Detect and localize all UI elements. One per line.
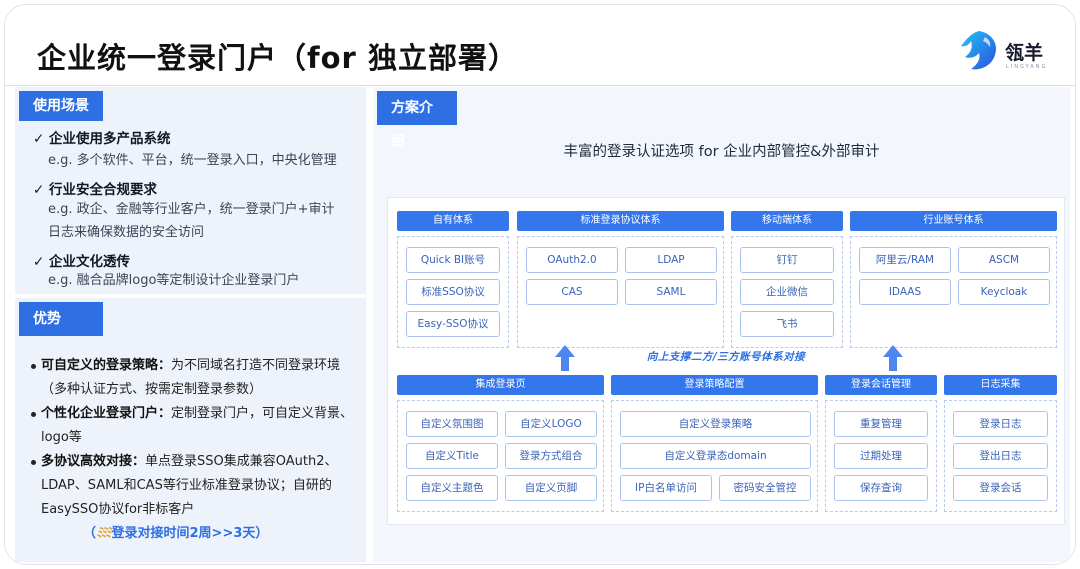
option-chip: Quick BI账号	[406, 247, 500, 273]
usage-item-title: 企业使用多产品系统	[49, 131, 171, 147]
group-industry-accounts: 阿里云/RAM ASCM IDAAS Keycloak	[850, 236, 1057, 348]
usage-example: 日志来确保数据的安全访问	[48, 225, 205, 240]
group-header: 集成登录页	[397, 375, 604, 395]
option-chip: 保存查询	[834, 475, 928, 501]
group-standard-protocols: OAuth2.0 LDAP CAS SAML	[517, 236, 724, 348]
check-icon: ✓	[33, 182, 45, 198]
architecture-diagram: 自有体系 标准登录协议体系 移动端体系 行业账号体系 Quick BI账号 标准…	[387, 197, 1065, 525]
check-icon: ✓	[33, 131, 45, 147]
option-chip: 自定义主题色	[406, 475, 498, 501]
lingyang-logo-icon	[961, 31, 997, 70]
option-chip: 自定义登录态domain	[620, 443, 811, 469]
option-chip: 登录方式组合	[505, 443, 597, 469]
option-chip: 自定义Title	[406, 443, 498, 469]
option-chip: 密码安全管控	[719, 475, 811, 501]
group-mobile: 钉钉 企业微信 飞书	[731, 236, 843, 348]
option-chip: 过期处理	[834, 443, 928, 469]
bullet-icon	[31, 412, 36, 417]
advantages-tag: 优势	[19, 302, 103, 336]
option-chip: 阿里云/RAM	[859, 247, 951, 273]
group-session-management: 重复管理 过期处理 保存查询	[825, 400, 937, 512]
option-chip: IP白名单访问	[620, 475, 712, 501]
option-chip: 标准SSO协议	[406, 279, 500, 305]
usage-item: ✓ 行业安全合规要求	[33, 178, 157, 198]
group-header: 日志采集	[944, 375, 1057, 395]
advantages-panel: 优势 可自定义的登录策略：为不同域名打造不同登录环境（多种认证方式、按需定制登录…	[15, 298, 366, 562]
footer-open-paren: （	[83, 526, 97, 541]
usage-example: e.g. 政企、金融等行业客户，统一登录门户+审计	[48, 202, 335, 217]
solution-tag: 方案介绍	[377, 91, 457, 150]
advantages-footer: （ﾐﾐﾐ 登录对接时间2周>>3天）	[83, 522, 268, 541]
usage-item: ✓ 企业使用多产品系统	[33, 127, 171, 147]
group-login-policy: 自定义登录策略 自定义登录态domain IP白名单访问 密码安全管控	[611, 400, 818, 512]
usage-panel: 使用场景 ✓ 企业使用多产品系统 e.g. 多个软件、平台，统一登录入口，中央化管…	[15, 87, 366, 294]
advantage-title: 个性化企业登录门户：	[41, 406, 172, 421]
slide: 企业统一登录门户（for 独立部署） 瓴羊 LINGYANG 使用场景 ✓ 企业使…	[4, 4, 1076, 565]
bullet-icon	[31, 460, 36, 465]
option-chip: OAuth2.0	[526, 247, 618, 273]
option-chip: IDAAS	[859, 279, 951, 305]
group-header: 自有体系	[397, 211, 509, 231]
group-header: 登录会话管理	[825, 375, 937, 395]
usage-item-title: 企业文化透传	[49, 254, 130, 270]
group-own-system: Quick BI账号 标准SSO协议 Easy-SSO协议	[397, 236, 509, 348]
group-login-page: 自定义氛围图 自定义LOGO 自定义Title 登录方式组合 自定义主题色 自定…	[397, 400, 604, 512]
option-chip: CAS	[526, 279, 618, 305]
option-chip: SAML	[625, 279, 717, 305]
option-chip: 企业微信	[740, 279, 834, 305]
option-chip: 钉钉	[740, 247, 834, 273]
option-chip: 自定义氛围图	[406, 411, 498, 437]
header-divider	[5, 85, 1075, 86]
group-header: 移动端体系	[731, 211, 843, 231]
page-title: 企业统一登录门户（for 独立部署）	[37, 41, 518, 75]
usage-item: ✓ 企业文化透传	[33, 250, 130, 270]
option-chip: 登录会话	[953, 475, 1048, 501]
usage-example: e.g. 融合品牌logo等定制设计企业登录门户	[48, 273, 300, 288]
advantage-title: 可自定义的登录策略：	[41, 358, 172, 373]
option-chip: 重复管理	[834, 411, 928, 437]
sparkle-icon: ﾐﾐﾐ	[96, 526, 111, 541]
option-chip: Keycloak	[958, 279, 1050, 305]
option-chip: LDAP	[625, 247, 717, 273]
option-chip: 自定义页脚	[505, 475, 597, 501]
brand-logo: 瓴羊 LINGYANG	[957, 27, 1067, 79]
usage-example: e.g. 多个软件、平台，统一登录入口，中央化管理	[48, 153, 337, 168]
option-chip: 自定义LOGO	[505, 411, 597, 437]
advantage-title: 多协议高效对接：	[41, 454, 146, 469]
solution-panel: 方案介绍 丰富的登录认证选项 for 企业内部管控&外部审计 自有体系 标准登录…	[373, 87, 1070, 562]
solution-subtitle: 丰富的登录认证选项 for 企业内部管控&外部审计	[563, 144, 880, 160]
logo-name: 瓴羊	[1005, 42, 1044, 64]
option-chip: 登录日志	[953, 411, 1048, 437]
option-chip: 自定义登录策略	[620, 411, 811, 437]
usage-tag: 使用场景	[19, 91, 103, 121]
group-log-collection: 登录日志 登出日志 登录会话	[944, 400, 1057, 512]
option-chip: Easy-SSO协议	[406, 311, 500, 337]
option-chip: 登出日志	[953, 443, 1048, 469]
group-header: 标准登录协议体系	[517, 211, 724, 231]
support-caption: 向上支撑二方/三方账号体系对接	[646, 351, 806, 363]
option-chip: 飞书	[740, 311, 834, 337]
bullet-icon	[31, 364, 36, 369]
usage-item-title: 行业安全合规要求	[49, 182, 157, 198]
group-header: 登录策略配置	[611, 375, 818, 395]
option-chip: ASCM	[958, 247, 1050, 273]
group-header: 行业账号体系	[850, 211, 1057, 231]
logo-subtitle: LINGYANG	[1006, 64, 1048, 70]
check-icon: ✓	[33, 254, 45, 270]
footer-text: 登录对接时间2周>>3天）	[111, 526, 269, 541]
